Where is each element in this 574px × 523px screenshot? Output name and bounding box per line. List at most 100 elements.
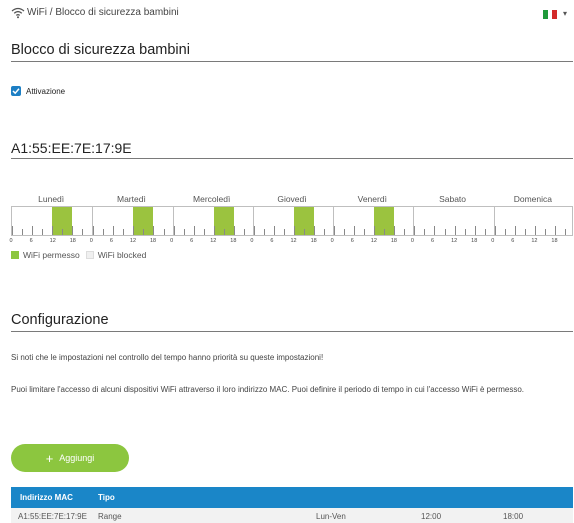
top-bar: WiFi / Blocco di sicurezza bambini ▾ bbox=[11, 7, 567, 23]
hour-tick bbox=[52, 226, 54, 235]
hour-label: 0 bbox=[330, 238, 334, 244]
hour-tick bbox=[183, 229, 185, 235]
hour-label: 0 bbox=[410, 238, 414, 244]
day-column[interactable] bbox=[172, 207, 255, 235]
hour-label: 0 bbox=[250, 238, 254, 244]
day-column[interactable] bbox=[493, 207, 574, 235]
day-column[interactable] bbox=[12, 207, 94, 235]
day-column[interactable] bbox=[92, 207, 175, 235]
config-title: Configurazione bbox=[11, 312, 109, 328]
day-label: Domenica bbox=[513, 194, 552, 204]
breadcrumb: WiFi / Blocco di sicurezza bambini bbox=[27, 7, 179, 18]
italy-flag-icon[interactable] bbox=[543, 10, 558, 19]
hour-tick bbox=[524, 229, 526, 235]
hour-label: 12 bbox=[129, 238, 137, 244]
hour-tick bbox=[113, 226, 115, 235]
hour-tick bbox=[123, 229, 125, 235]
hour-tick bbox=[82, 229, 84, 235]
activation-checkbox[interactable] bbox=[11, 86, 21, 96]
cell-mac: A1:55:EE:7E:17:9E bbox=[18, 512, 87, 521]
hour-label: 18 bbox=[390, 238, 397, 244]
hour-tick bbox=[173, 226, 175, 235]
hour-label: 6 bbox=[350, 238, 354, 244]
hour-label: 6 bbox=[270, 238, 274, 244]
hour-label: 6 bbox=[29, 238, 33, 244]
hour-tick bbox=[314, 226, 316, 235]
hour-tick bbox=[283, 229, 285, 235]
day-column[interactable] bbox=[413, 207, 496, 235]
day-label: Martedì bbox=[117, 194, 146, 204]
mac-info-note: Puoi limitare l'accesso di alcuni dispos… bbox=[11, 385, 525, 394]
page-title: Blocco di sicurezza bambini bbox=[11, 42, 190, 58]
hour-tick bbox=[263, 229, 265, 235]
title-divider bbox=[11, 61, 573, 62]
table-row[interactable]: A1:55:EE:7E:17:9E Range Lun-Ven 12:00 18… bbox=[11, 508, 573, 523]
mac-divider bbox=[11, 158, 573, 159]
header-mac[interactable]: Indirizzo MAC bbox=[20, 493, 73, 502]
hour-label: 6 bbox=[190, 238, 194, 244]
hour-tick bbox=[374, 226, 376, 235]
day-column[interactable] bbox=[333, 207, 416, 235]
hour-tick bbox=[32, 226, 34, 235]
hour-tick bbox=[293, 226, 295, 235]
hour-tick bbox=[72, 226, 74, 235]
hour-tick bbox=[203, 229, 205, 235]
cell-type: Range bbox=[98, 512, 122, 521]
header-type[interactable]: Tipo bbox=[98, 493, 115, 502]
legend-allowed-label: WiFi permesso bbox=[23, 250, 80, 260]
hour-label: 18 bbox=[551, 238, 558, 244]
device-mac-title: A1:55:EE:7E:17:9E bbox=[11, 140, 132, 156]
legend-blocked-swatch bbox=[85, 251, 94, 259]
hour-tick bbox=[304, 229, 306, 235]
hour-tick bbox=[22, 229, 24, 235]
hour-tick bbox=[514, 226, 516, 235]
hour-tick bbox=[484, 229, 486, 235]
cell-to: 18:00 bbox=[503, 512, 524, 521]
hour-tick bbox=[354, 226, 356, 235]
hour-tick bbox=[414, 226, 416, 235]
schedule-legend: WiFi permesso WiFi blocked bbox=[11, 250, 146, 260]
config-divider bbox=[11, 331, 573, 332]
hour-label: 12 bbox=[290, 238, 297, 244]
day-label: Giovedì bbox=[277, 194, 307, 204]
hour-tick bbox=[394, 226, 396, 235]
hour-label: 18 bbox=[230, 238, 237, 244]
hour-tick bbox=[62, 229, 64, 235]
cell-days: Lun-Ven bbox=[316, 512, 346, 521]
hour-tick bbox=[12, 226, 13, 235]
hour-label: 18 bbox=[310, 238, 317, 244]
hour-tick bbox=[253, 226, 255, 235]
day-column[interactable] bbox=[252, 207, 336, 235]
hour-tick bbox=[504, 229, 506, 235]
hour-tick bbox=[153, 226, 155, 235]
day-label: Sabato bbox=[439, 194, 467, 204]
hour-tick bbox=[464, 229, 466, 235]
day-label: Venerdì bbox=[357, 194, 387, 204]
plus-icon: + bbox=[45, 450, 54, 466]
weekly-schedule[interactable] bbox=[11, 206, 573, 236]
day-label: Mercoledì bbox=[193, 194, 231, 204]
hour-tick bbox=[334, 226, 336, 235]
hour-label: 18 bbox=[69, 238, 76, 244]
hour-label: 18 bbox=[150, 238, 157, 244]
breadcrumb-wifi[interactable]: WiFi bbox=[27, 7, 47, 18]
hour-tick bbox=[554, 226, 556, 235]
hour-tick bbox=[42, 229, 44, 235]
day-label: Lunedì bbox=[38, 194, 65, 204]
add-button[interactable]: + Aggiungi bbox=[11, 444, 129, 472]
hour-tick bbox=[344, 229, 346, 235]
hour-label: 12 bbox=[49, 238, 56, 244]
hour-tick bbox=[444, 229, 446, 235]
hour-tick bbox=[143, 229, 145, 235]
breadcrumb-separator: / bbox=[49, 7, 53, 18]
hour-tick bbox=[534, 226, 536, 235]
language-caret-icon[interactable]: ▾ bbox=[563, 9, 567, 18]
hour-label: 12 bbox=[370, 238, 377, 244]
hour-tick bbox=[404, 229, 406, 235]
legend-allowed-swatch bbox=[11, 251, 19, 259]
hour-tick bbox=[544, 229, 546, 235]
hour-tick bbox=[163, 229, 165, 235]
hour-tick bbox=[103, 229, 105, 235]
hour-label: 6 bbox=[511, 238, 515, 244]
cell-from: 12:00 bbox=[421, 512, 442, 521]
